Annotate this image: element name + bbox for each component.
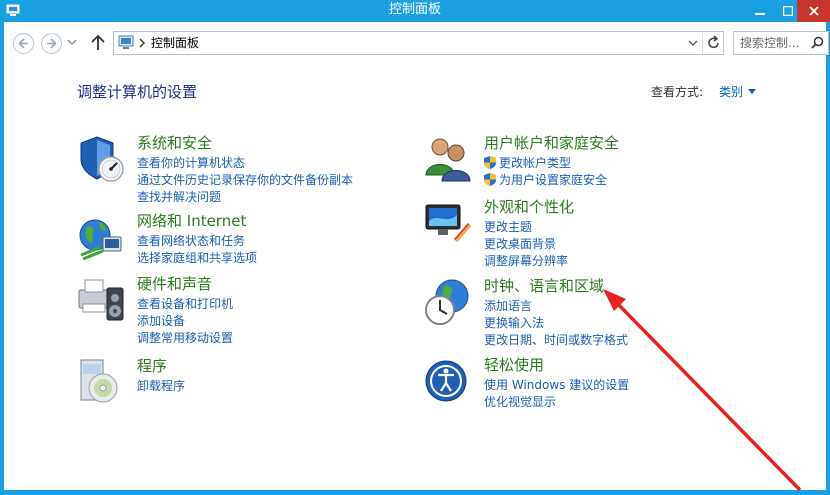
- network-globe-icon: [79, 219, 122, 261]
- category-title[interactable]: 轻松使用: [484, 355, 544, 375]
- uac-shield-icon: [484, 173, 496, 186]
- category-link[interactable]: 调整常用移动设置: [137, 330, 233, 347]
- up-arrow-icon[interactable]: [90, 34, 106, 52]
- category-link[interactable]: 添加语言: [484, 298, 628, 315]
- category-title[interactable]: 外观和个性化: [484, 197, 574, 217]
- security-shield-icon: [80, 136, 124, 182]
- view-by-dropdown[interactable]: 类别: [719, 84, 743, 100]
- category-link[interactable]: 选择家庭组和共享选项: [137, 250, 257, 267]
- category-link[interactable]: 查看网络状态和任务: [137, 233, 257, 250]
- search-input[interactable]: 搜索控制...: [740, 33, 799, 53]
- category-link[interactable]: 查找并解决问题: [137, 189, 353, 206]
- window-border-right: [826, 22, 830, 495]
- category-link[interactable]: 更改桌面背景: [484, 236, 568, 253]
- ease-of-access-icon: [425, 360, 467, 402]
- clock-globe-icon: [425, 279, 469, 325]
- title-bar[interactable]: 控制面板: [0, 0, 830, 22]
- window-border-left: [0, 22, 4, 495]
- close-icon: [808, 6, 819, 16]
- maximize-icon: [783, 6, 793, 16]
- users-icon: [425, 138, 471, 182]
- forward-arrow-icon: [47, 38, 57, 49]
- category-link[interactable]: 为用户设置家庭安全: [484, 172, 607, 189]
- refresh-icon[interactable]: [706, 35, 721, 51]
- category-link[interactable]: 更改主题: [484, 219, 568, 236]
- category-title[interactable]: 网络和 Internet: [137, 211, 246, 231]
- search-box[interactable]: 搜索控制...: [733, 31, 829, 55]
- back-arrow-icon: [18, 38, 28, 49]
- breadcrumb-item[interactable]: 控制面板: [151, 33, 199, 53]
- category-link-label[interactable]: 更改帐户类型: [499, 156, 571, 170]
- forward-button[interactable]: [41, 33, 62, 54]
- chevron-down-icon[interactable]: [748, 89, 756, 94]
- display-palette-icon: [425, 204, 471, 242]
- breadcrumb-chevron-icon[interactable]: [138, 37, 146, 49]
- category-link[interactable]: 更换输入法: [484, 315, 628, 332]
- minimize-icon: [755, 13, 765, 15]
- category-link[interactable]: 优化视觉显示: [484, 394, 629, 411]
- category-link[interactable]: 查看设备和打印机: [137, 296, 233, 313]
- back-button[interactable]: [13, 33, 34, 54]
- close-button[interactable]: [797, 0, 830, 22]
- category-link[interactable]: 添加设备: [137, 313, 233, 330]
- programs-box-icon: [80, 359, 118, 403]
- category-title[interactable]: 程序: [137, 356, 167, 376]
- category-link[interactable]: 更改日期、时间或数字格式: [484, 332, 628, 349]
- category-link[interactable]: 查看你的计算机状态: [137, 155, 353, 172]
- address-bar[interactable]: 控制面板: [113, 31, 724, 55]
- category-link[interactable]: 调整屏幕分辨率: [484, 253, 568, 270]
- printer-hardware-icon: [78, 279, 124, 321]
- category-title[interactable]: 系统和安全: [137, 133, 212, 153]
- divider: [702, 32, 703, 54]
- control-panel-icon: [118, 35, 134, 49]
- category-link[interactable]: 卸载程序: [137, 378, 185, 395]
- chevron-down-icon[interactable]: [688, 38, 698, 48]
- category-title[interactable]: 用户帐户和家庭安全: [484, 133, 619, 153]
- category-link-label[interactable]: 为用户设置家庭安全: [499, 173, 607, 187]
- category-link[interactable]: 更改帐户类型: [484, 155, 607, 172]
- window-title: 控制面板: [388, 2, 441, 17]
- page-title: 调整计算机的设置: [77, 83, 198, 101]
- category-link[interactable]: 使用 Windows 建议的设置: [484, 377, 629, 394]
- recent-locations-dropdown-icon[interactable]: [67, 37, 77, 47]
- view-by-label: 查看方式:: [651, 85, 704, 99]
- window-border-bottom: [0, 490, 830, 495]
- search-icon[interactable]: [811, 36, 824, 49]
- uac-shield-icon: [484, 156, 496, 169]
- category-title[interactable]: 硬件和声音: [137, 274, 212, 294]
- category-link[interactable]: 通过文件历史记录保存你的文件备份副本: [137, 172, 353, 189]
- minimize-button[interactable]: [746, 0, 774, 22]
- navigation-bar: 控制面板 搜索控制...: [4, 22, 829, 62]
- category-title[interactable]: 时钟、语言和区域: [484, 276, 604, 296]
